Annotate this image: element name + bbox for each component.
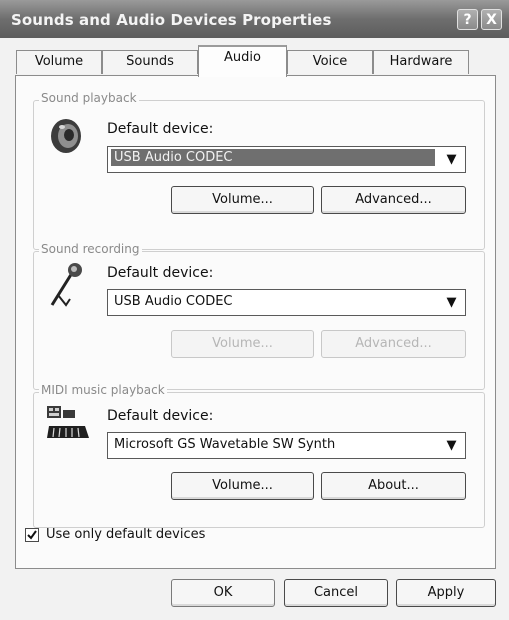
audio-tab-panel: Sound playback Default device: USB Audio… — [15, 75, 496, 569]
recording-volume-button[interactable]: Volume... — [171, 330, 314, 358]
speaker-icon — [51, 119, 81, 153]
use-default-devices-checkbox[interactable] — [25, 528, 39, 542]
playback-device-value: USB Audio CODEC — [111, 149, 435, 166]
chevron-down-icon[interactable]: ▼ — [438, 433, 465, 458]
midi-playback-group — [33, 392, 485, 528]
recording-device-value: USB Audio CODEC — [114, 294, 233, 309]
recording-advanced-button[interactable]: Advanced... — [321, 330, 466, 358]
midi-volume-button[interactable]: Volume... — [171, 472, 314, 500]
midi-device-select[interactable]: Microsoft GS Wavetable SW Synth ▼ — [107, 432, 466, 459]
midi-default-device-label: Default device: — [107, 408, 214, 424]
close-button[interactable]: X — [481, 9, 502, 30]
playback-advanced-button[interactable]: Advanced... — [321, 186, 466, 214]
sound-recording-group — [33, 251, 485, 390]
checkmark-icon — [27, 530, 37, 540]
chevron-down-icon[interactable]: ▼ — [438, 290, 465, 315]
window-title: Sounds and Audio Devices Properties — [11, 11, 332, 29]
help-button[interactable]: ? — [457, 9, 478, 30]
tab-sounds[interactable]: Sounds — [102, 50, 198, 74]
microphone-icon — [50, 263, 82, 307]
midi-playback-label: MIDI music playback — [39, 383, 167, 397]
tab-hardware[interactable]: Hardware — [373, 50, 469, 74]
sound-playback-group — [33, 100, 485, 250]
tab-volume[interactable]: Volume — [16, 50, 102, 74]
use-default-devices-label[interactable]: Use only default devices — [46, 527, 205, 542]
title-bar[interactable]: Sounds and Audio Devices Properties ? X — [0, 0, 509, 38]
playback-device-select[interactable]: USB Audio CODEC ▼ — [107, 146, 466, 173]
cancel-button[interactable]: Cancel — [284, 579, 388, 607]
tab-voice[interactable]: Voice — [287, 50, 373, 74]
playback-volume-button[interactable]: Volume... — [171, 186, 314, 214]
chevron-down-icon[interactable]: ▼ — [438, 147, 465, 172]
playback-default-device-label: Default device: — [107, 121, 214, 137]
midi-keyboard-icon — [47, 406, 89, 438]
sound-recording-label: Sound recording — [39, 242, 142, 256]
recording-device-select[interactable]: USB Audio CODEC ▼ — [107, 289, 466, 316]
tab-audio[interactable]: Audio — [198, 45, 287, 77]
apply-button[interactable]: Apply — [396, 579, 496, 607]
sound-playback-label: Sound playback — [39, 91, 139, 105]
midi-device-value: Microsoft GS Wavetable SW Synth — [114, 437, 336, 452]
midi-about-button[interactable]: About... — [321, 472, 466, 500]
ok-button[interactable]: OK — [171, 579, 275, 607]
properties-window: Sounds and Audio Devices Properties ? X … — [0, 0, 509, 620]
recording-default-device-label: Default device: — [107, 265, 214, 281]
